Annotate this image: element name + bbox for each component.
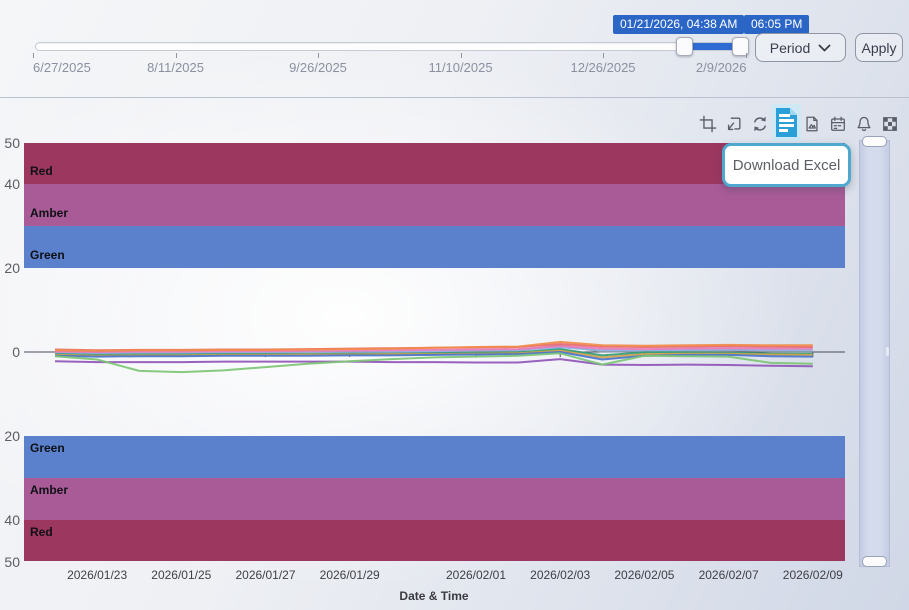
x-axis-label: 2026/01/25	[151, 568, 211, 582]
slider-tick-label: 8/11/2025	[147, 60, 204, 75]
band-label: Green	[30, 441, 65, 455]
threshold-band-green: Green	[24, 226, 845, 268]
slider-track[interactable]	[35, 42, 748, 51]
x-axis-label: 2026/02/07	[699, 568, 759, 582]
period-dropdown[interactable]: Period	[755, 33, 846, 62]
series-line-orange	[55, 342, 813, 351]
calendar-icon[interactable]	[827, 113, 849, 135]
series-line-coral	[55, 344, 813, 350]
y-axis-label: 0	[0, 343, 20, 361]
download-excel-icon[interactable]	[772, 104, 801, 141]
slider-tick	[603, 53, 604, 58]
export-image-icon[interactable]	[801, 113, 823, 135]
slider-tick	[176, 53, 177, 58]
threshold-band-red: Red	[24, 520, 845, 562]
chevron-down-icon	[818, 44, 831, 52]
reset-zoom-icon[interactable]	[723, 113, 745, 135]
mosaic-icon[interactable]	[879, 113, 901, 135]
series-line-blue	[55, 352, 813, 360]
series-line-gray	[55, 345, 813, 354]
excel-document-glyph	[775, 107, 798, 138]
scrollbar-handle-bottom[interactable]	[862, 556, 887, 567]
slider-tick	[318, 53, 319, 58]
tooltip-text: Download Excel	[733, 157, 841, 174]
slider-tick-label: 6/27/2025	[33, 60, 91, 75]
x-axis-label: 2026/02/05	[614, 568, 674, 582]
series-line-green	[55, 353, 813, 372]
bell-icon[interactable]	[853, 113, 875, 135]
band-label: Green	[30, 248, 65, 262]
apply-button[interactable]: Apply	[855, 33, 903, 62]
slider-handle-start[interactable]	[676, 37, 693, 56]
band-label: Amber	[30, 483, 68, 497]
slider-tick-label: 9/26/2025	[289, 60, 347, 75]
x-axis-label: 2026/01/23	[67, 568, 127, 582]
range-start-badge: 01/21/2026, 04:38 AM	[613, 15, 744, 34]
period-label: Period	[770, 40, 810, 56]
slider-tick	[461, 53, 462, 58]
header-divider	[0, 97, 909, 98]
y-axis-label: 50	[0, 134, 20, 152]
band-label: Red	[30, 525, 53, 539]
threshold-band-amber: Amber	[24, 184, 845, 226]
x-axis-label: 2026/01/29	[320, 568, 380, 582]
x-axis-label: 2026/01/27	[235, 568, 295, 582]
band-label: Red	[30, 164, 53, 178]
slider-tick	[746, 53, 747, 58]
refresh-icon[interactable]	[749, 113, 771, 135]
x-axis-title: Date & Time	[399, 589, 468, 603]
series-line-pink	[55, 346, 813, 352]
scrollbar-handle-top[interactable]	[862, 136, 887, 147]
slider-tick-label: 12/26/2025	[570, 60, 635, 75]
series-line-purple	[55, 359, 813, 366]
threshold-band-green: Green	[24, 436, 845, 478]
range-end-badge: 06:05 PM	[744, 15, 809, 34]
slider-tick-label: 2/9/2026	[696, 60, 747, 75]
y-axis-label: 50	[0, 553, 20, 571]
band-label: Amber	[30, 206, 68, 220]
series-line-amber	[55, 351, 813, 358]
x-axis-label: 2026/02/01	[446, 568, 506, 582]
y-axis-label: 40	[0, 511, 20, 529]
chart-dashboard: 01/21/2026, 04:38 AM 06:05 PM 6/27/2025 8…	[0, 0, 909, 610]
x-axis-label: 2026/02/03	[530, 568, 590, 582]
y-axis-label: 20	[0, 427, 20, 445]
y-axis-label: 20	[0, 259, 20, 277]
download-excel-tooltip: Download Excel	[722, 143, 851, 187]
slider-tick-label: 11/10/2025	[428, 60, 492, 75]
y-axis-label: 40	[0, 175, 20, 193]
scrollbar-grip	[886, 347, 889, 356]
series-line-periwinkle	[55, 347, 813, 353]
zoom-selection-icon[interactable]	[697, 113, 719, 135]
threshold-band-amber: Amber	[24, 478, 845, 520]
x-axis-label: 2026/02/09	[783, 568, 843, 582]
series-line-teal	[55, 349, 813, 355]
slider-tick	[33, 53, 34, 58]
